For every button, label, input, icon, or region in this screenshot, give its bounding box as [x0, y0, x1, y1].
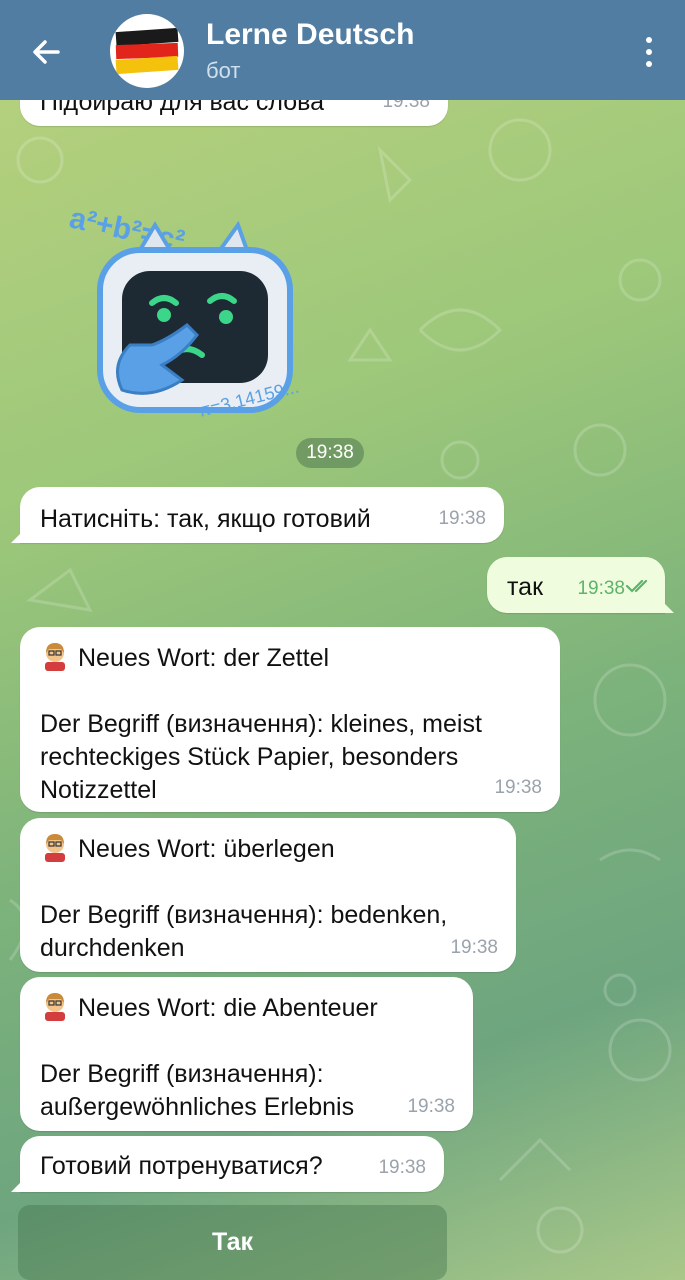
message-text: Готовий потренуватися?: [40, 1152, 323, 1180]
sticker-time: 19:38: [296, 438, 364, 468]
word-card-bubble[interactable]: Neues Wort: überlegen Der Begriff (визна…: [20, 818, 516, 972]
double-check-icon: [625, 570, 653, 603]
word-title: Neues Wort: überlegen: [40, 832, 496, 866]
word-card-bubble[interactable]: Neues Wort: die Abenteuer Der Begriff (в…: [20, 977, 473, 1131]
message-time: 19:38: [450, 937, 498, 958]
german-flag-icon: [115, 27, 179, 75]
message-text: Натисніть: так, якщо готовий: [40, 505, 371, 533]
chat-header: Lerne Deutsch бот: [0, 0, 685, 100]
message-time: 19:38: [494, 777, 542, 798]
chat-title[interactable]: Lerne Deutsch: [206, 18, 414, 52]
word-card-bubble[interactable]: Neues Wort: der Zettel Der Begriff (визн…: [20, 627, 560, 812]
word-title-text: Neues Wort: überlegen: [78, 835, 335, 863]
message-time: 19:38: [378, 1157, 426, 1178]
outgoing-message-bubble[interactable]: так 19:38: [487, 557, 665, 613]
word-title: Neues Wort: die Abenteuer: [40, 991, 453, 1025]
more-options-icon[interactable]: [639, 32, 659, 72]
word-title-text: Neues Wort: die Abenteuer: [78, 994, 378, 1022]
back-arrow-icon[interactable]: [26, 32, 66, 72]
message-bubble[interactable]: Готовий потренуватися? 19:38: [20, 1136, 444, 1192]
word-title: Neues Wort: der Zettel: [40, 641, 540, 675]
teacher-emoji-icon: [40, 641, 70, 671]
chat-subtitle: бот: [206, 58, 241, 83]
reply-keyboard-button[interactable]: Так: [18, 1205, 447, 1280]
word-definition: Der Begriff (визначення): kleines, meist…: [40, 710, 482, 804]
message-time: 19:38: [438, 508, 486, 529]
teacher-emoji-icon: [40, 832, 70, 862]
message-time: 19:38: [577, 578, 625, 599]
message-bubble[interactable]: Натисніть: так, якщо готовий 19:38: [20, 487, 504, 543]
thinking-robot-sticker[interactable]: a²+b²=c² π=3,14159...: [60, 195, 340, 435]
avatar[interactable]: [110, 14, 184, 88]
message-time: 19:38: [407, 1096, 455, 1117]
teacher-emoji-icon: [40, 991, 70, 1021]
word-title-text: Neues Wort: der Zettel: [78, 644, 330, 672]
word-definition: Der Begriff (визначення): bedenken, durc…: [40, 901, 448, 962]
word-definition: Der Begriff (визначення): außergewöhnlic…: [40, 1060, 355, 1121]
